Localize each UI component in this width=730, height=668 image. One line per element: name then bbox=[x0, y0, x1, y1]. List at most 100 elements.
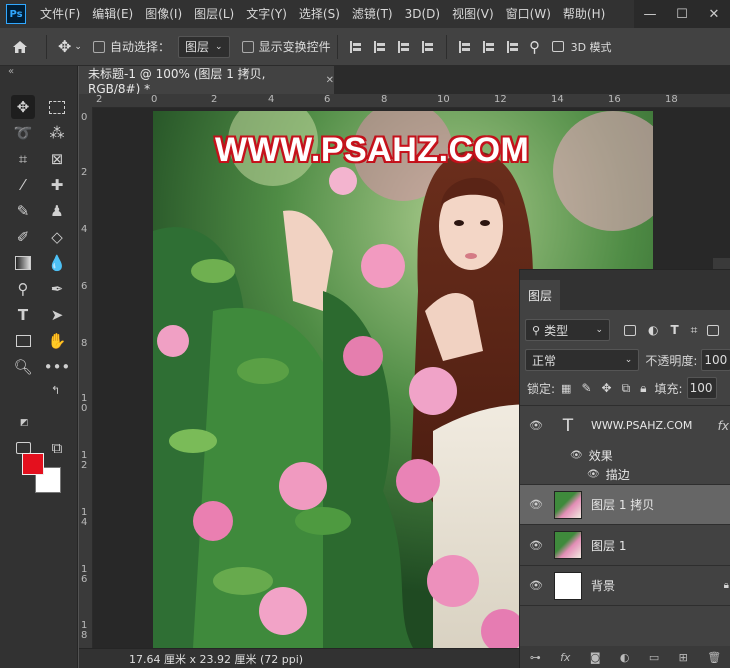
menu-file[interactable]: 文件(F) bbox=[34, 0, 86, 28]
3d-mode-label[interactable]: 3D 模式 bbox=[571, 39, 612, 55]
minimize-button[interactable]: — bbox=[634, 0, 666, 28]
magic-wand-icon[interactable]: ⁂ bbox=[45, 121, 69, 145]
close-button[interactable]: ✕ bbox=[698, 0, 730, 28]
history-brush-icon[interactable]: ✐ bbox=[11, 225, 35, 249]
gradient-tool-icon[interactable] bbox=[11, 251, 35, 275]
zoom-tool-icon[interactable]: 🔍︎ bbox=[11, 355, 35, 379]
document-size-status[interactable]: 17.64 厘米 x 23.92 厘米 (72 ppi) bbox=[129, 651, 303, 667]
move-tool-icon[interactable]: ✥ bbox=[11, 95, 35, 119]
pen-tool-icon[interactable]: ✒ bbox=[45, 277, 69, 301]
shape-filter-icon[interactable]: ⌗ bbox=[691, 323, 698, 338]
layer-thumbnail bbox=[554, 490, 582, 519]
lasso-tool-icon[interactable]: ➰ bbox=[11, 121, 35, 145]
layer-stroke-row[interactable]: 👁︎ 描边 bbox=[520, 464, 730, 484]
maximize-button[interactable]: ☐ bbox=[666, 0, 698, 28]
search-icon[interactable]: ⚲ bbox=[525, 38, 545, 56]
layer-effects-row[interactable]: 👁︎ 效果 bbox=[520, 445, 730, 465]
add-mask-icon[interactable]: ◙ bbox=[590, 651, 601, 664]
align-middle-icon[interactable] bbox=[482, 40, 495, 53]
stamp-tool-icon[interactable]: ♟ bbox=[45, 199, 69, 223]
layer-row-background[interactable]: 👁︎ 背景 🔒︎ bbox=[520, 565, 730, 606]
ruler-tick-label: 1 4 bbox=[81, 507, 88, 528]
foreground-color-swatch[interactable] bbox=[22, 453, 44, 475]
stroke-eye-icon[interactable]: 👁︎ bbox=[587, 469, 600, 480]
visibility-eye-icon[interactable]: 👁︎ bbox=[529, 498, 545, 511]
align-bottom-icon[interactable] bbox=[506, 40, 519, 53]
document-tab[interactable]: 未标题-1 @ 100% (图层 1 拷贝, RGB/8#) * ✕ bbox=[79, 66, 334, 96]
layer-row-selected[interactable]: 👁︎ 图层 1 拷贝 bbox=[520, 484, 730, 524]
rectangle-tool-icon[interactable] bbox=[11, 329, 35, 353]
align-right-icon[interactable] bbox=[397, 40, 410, 53]
swap-colors-icon[interactable]: ↰ bbox=[51, 384, 60, 397]
home-icon[interactable] bbox=[0, 40, 40, 54]
visibility-eye-icon[interactable]: 👁︎ bbox=[529, 539, 545, 552]
more-tools-icon[interactable]: ••• bbox=[44, 355, 71, 379]
menu-select[interactable]: 选择(S) bbox=[293, 0, 346, 28]
menu-layer[interactable]: 图层(L) bbox=[188, 0, 240, 28]
smart-object-filter-icon[interactable] bbox=[707, 324, 720, 336]
filter-kind-dropdown[interactable]: ⚲ 类型 ⌄ bbox=[525, 319, 610, 341]
blend-mode-dropdown[interactable]: 正常 ⌄ bbox=[525, 349, 640, 371]
menu-view[interactable]: 视图(V) bbox=[446, 0, 500, 28]
hand-tool-icon[interactable]: ✋ bbox=[45, 329, 69, 353]
layers-panel: 图层 ⚲ 类型 ⌄ ◐ T ⌗ 正常 ⌄ 不透明度: 100 锁定: ▦ ✎ ✥ … bbox=[519, 269, 730, 668]
new-layer-icon[interactable]: ⊞ bbox=[679, 651, 688, 664]
effect-eye-icon[interactable]: 👁︎ bbox=[570, 450, 583, 461]
align-left-icon[interactable] bbox=[349, 40, 362, 53]
dodge-tool-icon[interactable]: ⚲ bbox=[11, 277, 35, 301]
default-colors-icon[interactable]: ◩ bbox=[20, 418, 29, 428]
frame-tool-icon[interactable]: ⊠ bbox=[45, 147, 69, 171]
brush-tool-icon[interactable]: ✎ bbox=[11, 199, 35, 223]
group-folder-icon[interactable]: ▭ bbox=[649, 651, 659, 664]
fill-input[interactable]: 100 bbox=[686, 377, 717, 399]
menu-type[interactable]: 文字(Y) bbox=[240, 0, 293, 28]
type-filter-icon[interactable]: T bbox=[670, 323, 678, 337]
menu-filter[interactable]: 滤镜(T) bbox=[346, 0, 399, 28]
blur-tool-icon[interactable]: 💧 bbox=[45, 251, 69, 275]
menu-edit[interactable]: 编辑(E) bbox=[86, 0, 139, 28]
type-tool-icon[interactable]: T bbox=[11, 303, 35, 327]
menu-help[interactable]: 帮助(H) bbox=[557, 0, 611, 28]
path-select-icon[interactable]: ➤ bbox=[45, 303, 69, 327]
collapse-icon[interactable]: « bbox=[8, 66, 14, 77]
align-center-icon[interactable] bbox=[373, 40, 386, 53]
layer-row[interactable]: 👁︎ 图层 1 bbox=[520, 524, 730, 565]
tab-layers[interactable]: 图层 bbox=[520, 280, 560, 310]
menu-image[interactable]: 图像(I) bbox=[139, 0, 188, 28]
workspace-icon[interactable] bbox=[545, 41, 571, 52]
close-tab-icon[interactable]: ✕ bbox=[326, 75, 334, 86]
crop-tool-icon[interactable]: ⌗ bbox=[11, 147, 35, 171]
add-style-icon[interactable]: fx bbox=[560, 651, 570, 664]
eyedropper-icon[interactable]: ⁄ bbox=[11, 173, 35, 197]
lock-position-icon[interactable]: ✥ bbox=[602, 381, 612, 395]
eraser-tool-icon[interactable]: ◇ bbox=[45, 225, 69, 249]
visibility-eye-icon[interactable]: 👁︎ bbox=[529, 419, 545, 432]
auto-select-dropdown[interactable]: 图层 ⌄ bbox=[178, 35, 230, 58]
lock-image-icon[interactable]: ✎ bbox=[581, 381, 591, 395]
menu-3d[interactable]: 3D(D) bbox=[399, 0, 446, 28]
menu-bar: Ps 文件(F) 编辑(E) 图像(I) 图层(L) 文字(Y) 选择(S) 滤… bbox=[0, 0, 730, 28]
ruler-vertical: 0 2 4 6 8 1 0 1 2 1 4 1 6 1 8 bbox=[79, 108, 93, 648]
show-transform-checkbox[interactable]: 显示变换控件 bbox=[241, 38, 331, 55]
screen-mode-icon[interactable]: ⧉ bbox=[45, 436, 69, 460]
fx-badge[interactable]: fx bbox=[718, 419, 729, 433]
layer-row-text[interactable]: 👁︎ T WWW.PSAHZ.COM fx bbox=[520, 405, 730, 445]
link-layers-icon[interactable]: ⊶ bbox=[530, 651, 541, 664]
distribute-icon[interactable] bbox=[421, 40, 434, 53]
opacity-input[interactable]: 100 bbox=[701, 349, 730, 371]
align-top-icon[interactable] bbox=[458, 40, 471, 53]
visibility-eye-icon[interactable]: 👁︎ bbox=[529, 579, 545, 592]
image-filter-icon[interactable] bbox=[624, 324, 636, 336]
lock-transparent-icon[interactable]: ▦ bbox=[561, 382, 571, 395]
lock-all-icon[interactable]: 🔒︎ bbox=[640, 381, 646, 396]
adjustment-layer-icon[interactable]: ◐ bbox=[620, 651, 630, 664]
delete-layer-icon[interactable]: 🗑︎ bbox=[707, 651, 721, 664]
adjustment-filter-icon[interactable]: ◐ bbox=[648, 323, 658, 337]
marquee-tool-icon[interactable] bbox=[45, 95, 69, 119]
menu-window[interactable]: 窗口(W) bbox=[500, 0, 557, 28]
auto-select-checkbox[interactable]: 自动选择： bbox=[93, 38, 170, 55]
layer-filter-row: ⚲ 类型 ⌄ ◐ T ⌗ bbox=[520, 318, 730, 342]
lock-artboard-icon[interactable]: ⧉ bbox=[622, 381, 631, 396]
move-tool-preset-icon[interactable]: ✥ ⌄ bbox=[53, 37, 87, 56]
healing-brush-icon[interactable]: ✚ bbox=[45, 173, 69, 197]
